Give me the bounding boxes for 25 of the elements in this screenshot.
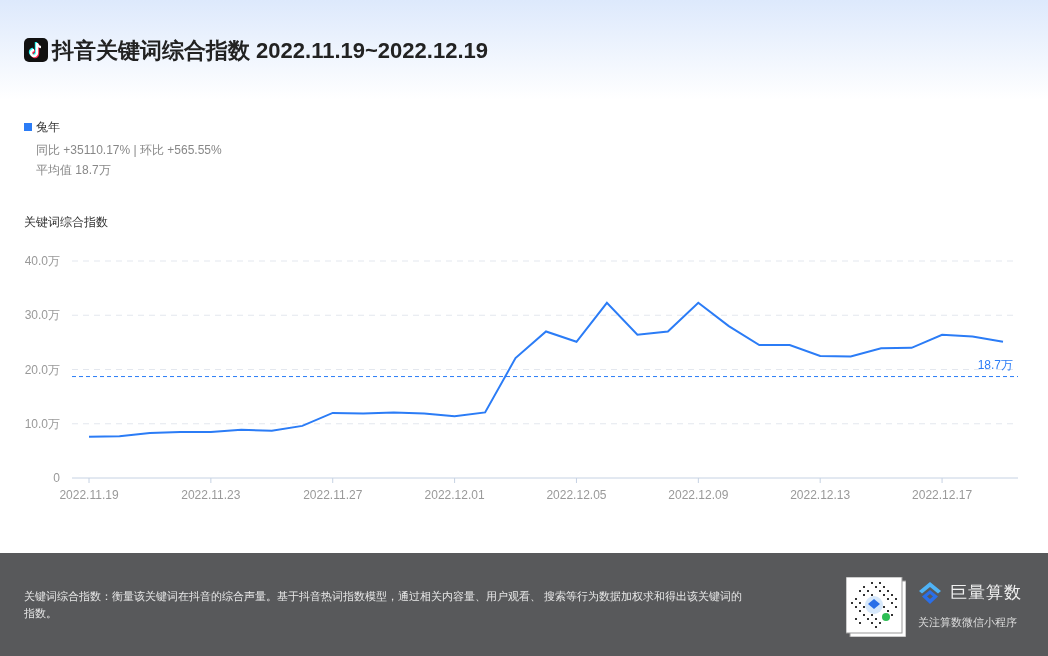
stat-text: 平均值 18.7万: [36, 162, 112, 179]
y-axis-label: 30.0万: [24, 308, 60, 323]
x-axis-label: 2022.11.23: [181, 488, 241, 502]
x-axis-label: 2022.11.27: [303, 488, 363, 502]
legend-label: 兔年: [36, 119, 60, 136]
y-axis-label: 0: [53, 471, 60, 485]
x-axis-label: 2022.12.09: [668, 488, 729, 502]
y-axis-label: 40.0万: [24, 254, 60, 268]
stat-text: 同比 +35110.17% | 环比 +565.55%: [36, 142, 223, 159]
x-axis-label: 2022.12.05: [546, 488, 607, 502]
brand-logo-icon: [918, 580, 942, 605]
page-title: 抖音关键词综合指数 2022.11.19~2022.12.19: [52, 36, 488, 65]
y-axis-label: 10.0万: [24, 416, 60, 431]
x-axis-label: 2022.12.17: [912, 488, 973, 502]
x-axis-label: 2022.11.19: [59, 488, 119, 502]
qr-code-drawing: [846, 577, 906, 637]
x-axis-label: 2022.12.01: [424, 488, 485, 502]
app-logo-icon: [24, 38, 48, 62]
chart-title: 关键词综合指数: [24, 214, 109, 231]
x-axis-label: 2022.12.13: [790, 488, 851, 502]
average-label: 18.7万: [977, 357, 1013, 372]
brand-name: 巨量算数: [950, 582, 1022, 604]
description-text: 关键词综合指数：衡量该关键词在抖音的综合声量。基于抖音热词指数模型，通过相关内容量、用户观看、 搜索等行为数据加权求和得出该关键词的指数。: [24, 589, 744, 621]
caption-text: 关注算数微信小程序: [918, 614, 1018, 630]
y-axis-label: 20.0万: [24, 362, 60, 377]
